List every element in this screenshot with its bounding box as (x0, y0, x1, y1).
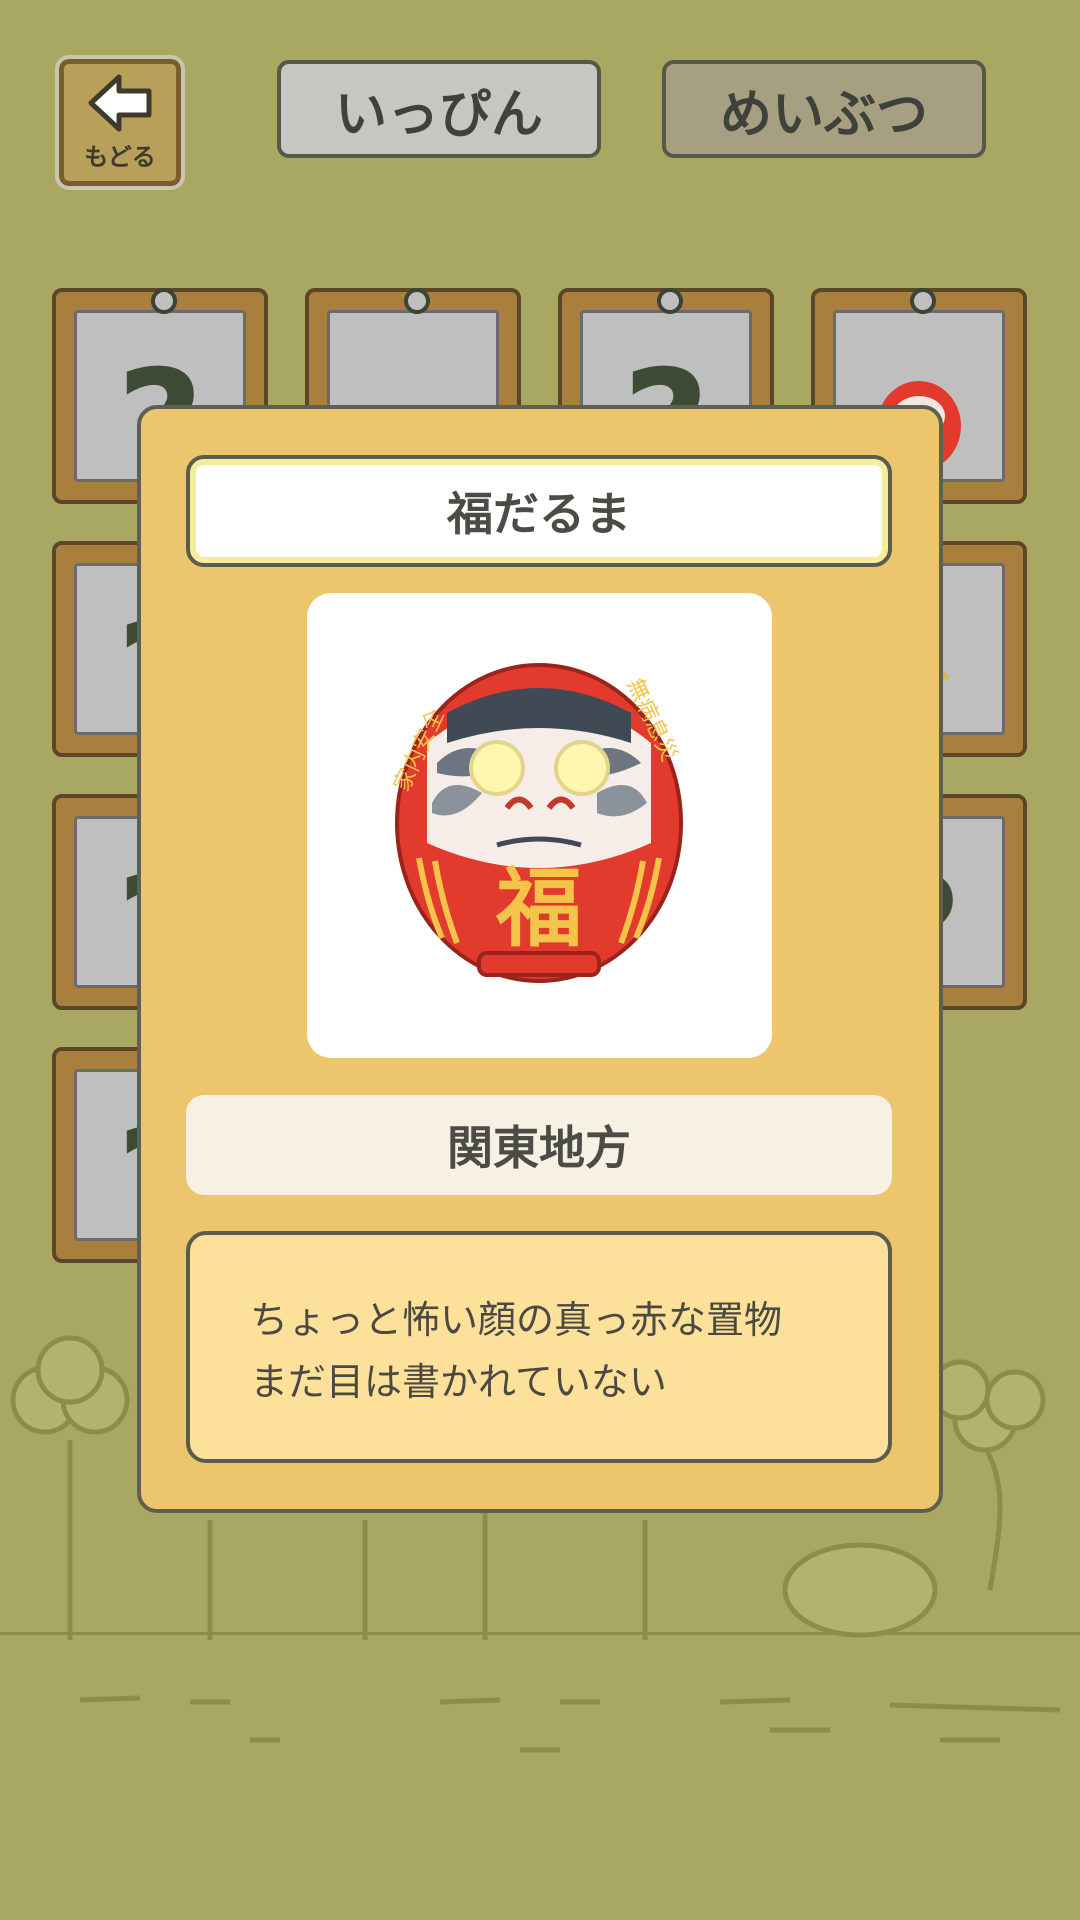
frog-silhouette (782, 1542, 938, 1638)
item-region: 関東地方 (186, 1095, 892, 1195)
item-image-frame: 福 家内安全 無病息災 (307, 593, 772, 1058)
card-hook (404, 288, 430, 314)
card-hook (151, 288, 177, 314)
daruma-belly-text: 福 (495, 859, 582, 959)
clover-leaf (35, 1335, 105, 1405)
item-name: 福だるま (186, 455, 892, 567)
back-arrow-icon (88, 74, 152, 132)
card-hook (657, 288, 683, 314)
description-line: まだ目は書かれていない (250, 1360, 667, 1404)
item-description: ちょっと怖い顔の真っ赤な置物 まだ目は書かれていない (186, 1231, 892, 1463)
back-label: もどる (84, 143, 156, 171)
back-button[interactable]: もどる (55, 55, 185, 190)
fuku-daruma-image: 福 家内安全 無病息災 (390, 663, 683, 983)
tab-ippin[interactable]: いっぴん (277, 60, 601, 158)
card-hook (910, 288, 936, 314)
description-line: ちょっと怖い顔の真っ赤な置物 (250, 1298, 783, 1342)
tab-meibutsu[interactable]: めいぶつ (662, 60, 986, 158)
